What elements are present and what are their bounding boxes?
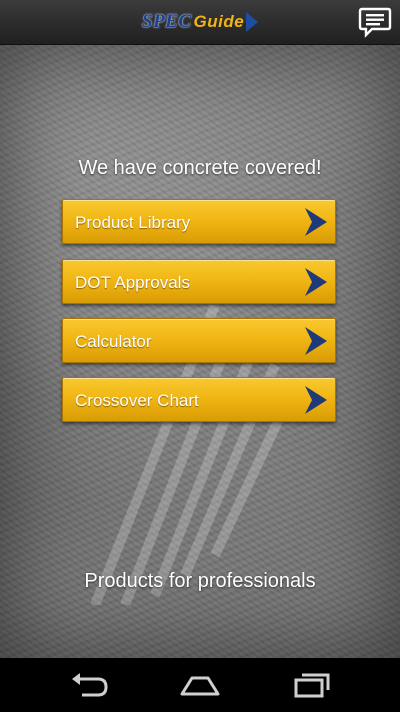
recent-apps-icon <box>294 673 330 698</box>
system-navigation-bar <box>0 658 400 712</box>
footer-tagline: Products for professionals <box>84 570 316 592</box>
chevron-right-icon <box>305 386 327 414</box>
menu-button-label: DOT Approvals <box>75 273 190 292</box>
menu-button-label: Calculator <box>75 332 152 351</box>
headline-text: We have concrete covered! <box>78 157 322 179</box>
dot-approvals-button[interactable]: DOT Approvals <box>62 259 336 304</box>
app-screen: SPEC Guide We have concrete covered! Pro… <box>0 0 400 712</box>
home-button[interactable] <box>178 670 222 700</box>
crossover-chart-button[interactable]: Crossover Chart <box>62 377 336 422</box>
menu-button-label: Crossover Chart <box>75 391 199 410</box>
calculator-button[interactable]: Calculator <box>62 318 336 363</box>
chat-button[interactable] <box>358 6 392 38</box>
action-bar: SPEC Guide <box>0 0 400 45</box>
concrete-background: We have concrete covered! Product Librar… <box>0 45 400 658</box>
logo-arrow-icon <box>246 12 259 32</box>
home-icon <box>180 676 220 696</box>
chat-bubble-icon <box>358 7 392 38</box>
chevron-right-icon <box>305 268 327 296</box>
product-library-button[interactable]: Product Library <box>62 199 336 244</box>
back-button[interactable] <box>68 670 112 700</box>
logo-guide-text: Guide <box>193 12 245 31</box>
chevron-right-icon <box>305 327 327 355</box>
chevron-right-icon <box>305 208 327 236</box>
logo-spec-text: SPEC <box>142 11 192 32</box>
menu-button-label: Product Library <box>75 213 191 232</box>
back-icon <box>72 673 108 697</box>
spec-guide-logo: SPEC Guide <box>142 9 259 35</box>
recent-apps-button[interactable] <box>290 670 334 700</box>
